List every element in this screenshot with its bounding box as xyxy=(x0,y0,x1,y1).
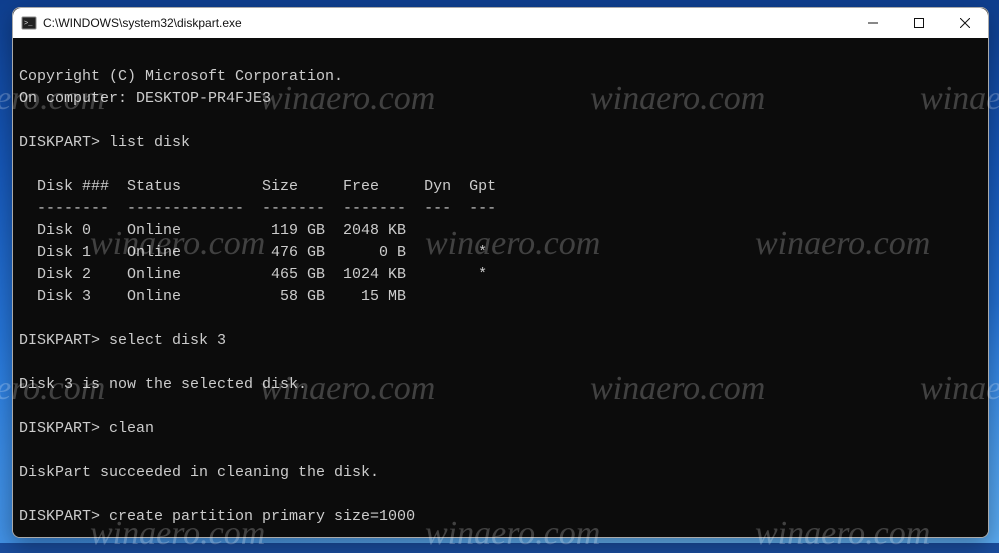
titlebar[interactable]: >_ C:\WINDOWS\system32\diskpart.exe xyxy=(13,8,988,38)
minimize-button[interactable] xyxy=(850,8,896,38)
window-controls xyxy=(850,8,988,38)
maximize-button[interactable] xyxy=(896,8,942,38)
console-output[interactable]: Copyright (C) Microsoft Corporation. On … xyxy=(13,38,988,537)
console-window: >_ C:\WINDOWS\system32\diskpart.exe Copy… xyxy=(12,7,989,538)
close-button[interactable] xyxy=(942,8,988,38)
app-icon: >_ xyxy=(21,15,37,31)
window-title: C:\WINDOWS\system32\diskpart.exe xyxy=(43,16,850,30)
svg-text:>_: >_ xyxy=(24,20,33,28)
